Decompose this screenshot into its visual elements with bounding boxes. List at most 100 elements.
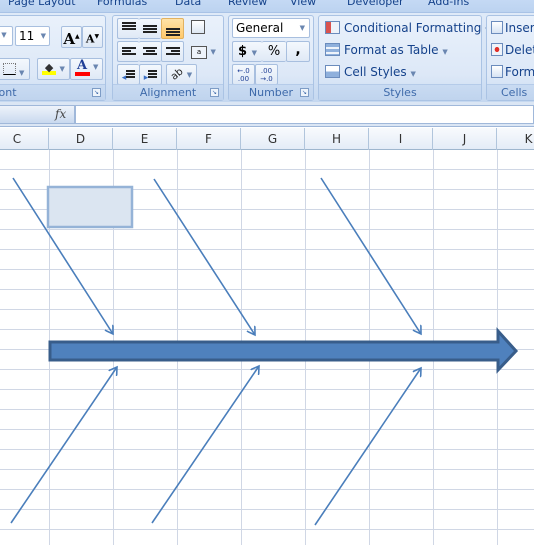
tab-formulas[interactable]: Formulas [97,0,147,8]
percent-button[interactable]: % [262,41,286,62]
align-top-button[interactable] [117,18,139,39]
column-header-g[interactable]: G [241,128,305,150]
merge-center-icon: a [191,46,207,59]
column-header-i[interactable]: I [369,128,433,150]
align-middle-button[interactable] [139,18,161,39]
column-header-d[interactable]: D [49,128,113,150]
cause-arrow-upper[interactable] [320,177,421,334]
tab-view[interactable]: View [290,0,316,8]
comma-button[interactable]: , [286,41,310,62]
wrap-text-button[interactable] [191,20,209,36]
ribbon: ▼ 11 ▼ A▲ A▼ ▼ ◆ ▼ A ▼ ont ↘ a ▼ ◂ ▸ ab … [0,12,534,102]
chevron-down-icon: ▼ [40,32,46,40]
number-dialog-launcher[interactable]: ↘ [300,88,309,97]
orientation-icon: ab [168,66,186,83]
worksheet-grid[interactable] [0,150,534,545]
cause-arrow-lower[interactable] [10,367,117,524]
shrink-font-button[interactable]: A▼ [82,26,103,48]
column-header-c[interactable]: C [0,128,49,150]
delete-cells-button[interactable]: Delete [491,41,534,60]
column-header-j[interactable]: J [433,128,497,150]
align-right-button[interactable] [161,41,184,62]
borders-button[interactable]: ▼ [0,58,30,80]
chevron-down-icon: ▼ [299,24,305,32]
chevron-down-icon: ▼ [251,49,257,57]
align-left-button[interactable] [117,41,139,62]
tab-page-layout[interactable]: Page Layout [8,0,76,8]
delete-cells-icon [491,43,503,56]
font-color-icon: A [74,59,90,76]
borders-icon [2,63,16,75]
font-group-label: ont [0,84,105,100]
cell-styles-button[interactable]: Cell Styles ▼ [325,63,416,82]
tab-data[interactable]: Data [175,0,201,8]
increase-indent-button[interactable]: ▸ [139,64,162,85]
align-center-button[interactable] [139,41,161,62]
alignment-dialog-launcher[interactable]: ↘ [210,88,219,97]
cells-group: Insert Delete Format Cells [486,15,534,101]
column-header-f[interactable]: F [177,128,241,150]
tab-review[interactable]: Review [228,0,267,8]
font-dialog-launcher[interactable]: ↘ [92,88,101,97]
chevron-down-icon: ▼ [442,48,448,56]
format-cells-icon [491,65,503,78]
alignment-group-label: Alignment [113,84,223,100]
chevron-down-icon: ▼ [410,70,416,78]
currency-button[interactable]: $ ▼ [232,41,262,62]
number-format-dropdown[interactable]: General ▼ [232,18,310,38]
align-bottom-icon [165,28,180,38]
cause-arrow-lower[interactable] [314,368,421,526]
fill-bucket-icon: ◆ [42,61,57,75]
chevron-down-icon: ▼ [186,71,193,79]
increase-decimal-button[interactable]: ←.0 .00 [232,64,255,85]
format-cells-button[interactable]: Format [491,63,534,82]
column-headers: C D E F G H I J K [0,128,534,150]
font-name-dropdown[interactable]: ▼ [0,26,13,46]
chevron-down-icon: ▼ [210,48,216,56]
formula-input[interactable] [75,105,534,124]
insert-cells-icon [491,21,503,34]
styles-group-label: Styles [319,84,481,100]
tab-add-ins[interactable]: Add-Ins [428,0,469,8]
chevron-down-icon: ▼ [93,63,99,71]
format-as-table-button[interactable]: Format as Table ▼ [325,41,448,60]
fishbone-spine-arrow[interactable] [48,327,519,374]
decrease-indent-button[interactable]: ◂ [117,64,139,85]
column-header-k[interactable]: K [497,128,534,150]
font-color-button[interactable]: A ▼ [70,58,103,80]
ribbon-tabs: Page Layout Formulas Data Review View De… [0,0,534,12]
align-left-icon [121,47,136,57]
cause-arrow-upper[interactable] [153,178,255,335]
insert-cells-button[interactable]: Insert [491,19,534,38]
tab-developer[interactable]: Developer [347,0,404,8]
orientation-button[interactable]: ab ▼ [166,64,197,85]
fill-color-button[interactable]: ◆ ▼ [37,58,70,80]
align-right-icon [165,47,180,57]
align-center-icon [143,47,157,57]
format-as-table-icon [325,43,340,56]
column-header-h[interactable]: H [305,128,369,150]
font-size-dropdown[interactable]: 11 ▼ [15,26,50,46]
align-top-icon [121,22,136,32]
chevron-down-icon: ▼ [59,65,65,73]
insert-function-icon[interactable]: fx [55,107,66,121]
column-header-e[interactable]: E [113,128,177,150]
decrease-decimal-button[interactable]: .00 →.0 [255,64,278,85]
cells-group-label: Cells [487,84,534,100]
merge-center-button[interactable]: a ▼ [191,44,221,60]
worksheet-canvas [0,150,534,545]
font-group: ▼ 11 ▼ A▲ A▼ ▼ ◆ ▼ A ▼ ont ↘ [0,15,106,101]
number-group: General ▼ $ ▼ % , ←.0 .00 .00 →.0 Number… [228,15,314,101]
cell-styles-icon [325,65,340,78]
name-box[interactable]: fx [0,105,75,124]
wrap-text-icon [191,20,205,34]
formula-bar: fx [0,102,534,127]
align-bottom-button[interactable] [161,18,184,39]
grow-font-button[interactable]: A▲ [61,26,82,48]
text-box-shape[interactable] [46,185,134,229]
chevron-down-icon: ▼ [19,69,25,77]
conditional-formatting-icon [325,21,340,34]
alignment-group: a ▼ ◂ ▸ ab ▼ Alignment ↘ [112,15,224,101]
styles-group: Conditional Formatting ▼ Format as Table… [318,15,491,101]
conditional-formatting-button[interactable]: Conditional Formatting ▼ [325,19,491,38]
